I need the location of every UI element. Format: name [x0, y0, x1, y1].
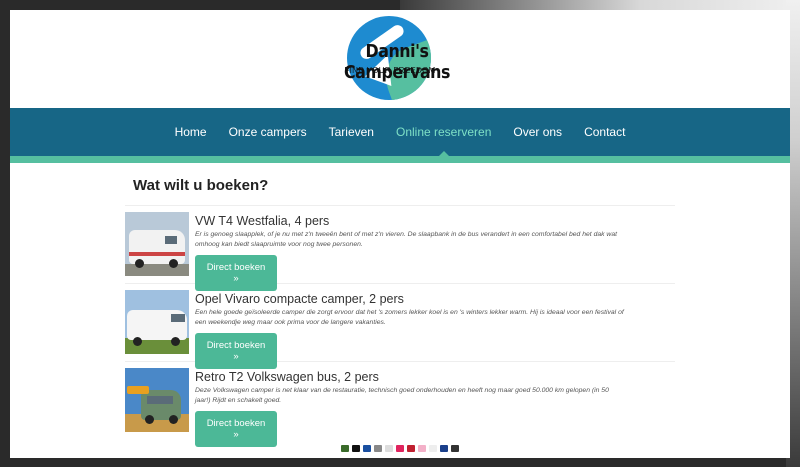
main-nav: Home Onze campers Tarieven Online reserv…: [10, 108, 790, 156]
camper-title[interactable]: Opel Vivaro compacte camper, 2 pers: [195, 292, 675, 306]
payment-icon: [451, 445, 459, 452]
camper-description: Er is genoeg slaapplek, of je nu met z'n…: [195, 231, 617, 248]
payment-icon: [429, 445, 437, 452]
nav-item-contact[interactable]: Contact: [573, 125, 636, 139]
payment-icon: [440, 445, 448, 452]
browser-viewport: Danni's Campervans FIND YOUR FREEDOM Hom…: [10, 10, 790, 458]
brand-name[interactable]: Danni's Campervans: [331, 41, 463, 83]
direct-boeken-button[interactable]: Direct boeken »: [195, 411, 277, 447]
nav-item-onze-campers[interactable]: Onze campers: [218, 125, 318, 139]
direct-boeken-button[interactable]: Direct boeken »: [195, 333, 277, 369]
nav-item-home[interactable]: Home: [164, 125, 218, 139]
camper-description: Deze Volkswagen camper is net klaar van …: [195, 387, 609, 404]
payment-icon: [396, 445, 404, 452]
camper-title[interactable]: VW T4 Westfalia, 4 pers: [195, 214, 675, 228]
camper-photo-opel-vivaro[interactable]: [125, 290, 189, 354]
payment-icon: [374, 445, 382, 452]
payment-icon: [341, 445, 349, 452]
camper-title[interactable]: Retro T2 Volkswagen bus, 2 pers: [195, 370, 675, 384]
camper-list-item: VW T4 Westfalia, 4 pers Er is genoeg sla…: [125, 205, 675, 291]
nav-item-over-ons[interactable]: Over ons: [502, 125, 573, 139]
payment-icon: [418, 445, 426, 452]
payment-icon: [352, 445, 360, 452]
camper-photo-retro-t2[interactable]: [125, 368, 189, 432]
camper-list-item: Retro T2 Volkswagen bus, 2 pers Deze Vol…: [125, 361, 675, 447]
payment-icon: [385, 445, 393, 452]
nav-accent-stripe: [10, 156, 790, 163]
brand-tagline: FIND YOUR FREEDOM: [344, 66, 436, 75]
footer-powered-by: [125, 453, 675, 457]
direct-boeken-button[interactable]: Direct boeken »: [195, 255, 277, 291]
payment-icon: [363, 445, 371, 452]
camper-list-item: Opel Vivaro compacte camper, 2 pers Een …: [125, 283, 675, 369]
nav-item-online-reserveren[interactable]: Online reserveren: [385, 125, 502, 139]
payment-icon: [407, 445, 415, 452]
nav-item-tarieven[interactable]: Tarieven: [318, 125, 385, 139]
camper-photo-vw-t4[interactable]: [125, 212, 189, 276]
page-title: Wat wilt u boeken?: [133, 177, 269, 194]
main-content: Wat wilt u boeken? VW T4 Westfalia, 4 pe…: [125, 163, 675, 457]
header-logo-area: Danni's Campervans FIND YOUR FREEDOM: [10, 10, 790, 108]
camper-description: Een hele goede geïsoleerde camper die zo…: [195, 309, 624, 326]
